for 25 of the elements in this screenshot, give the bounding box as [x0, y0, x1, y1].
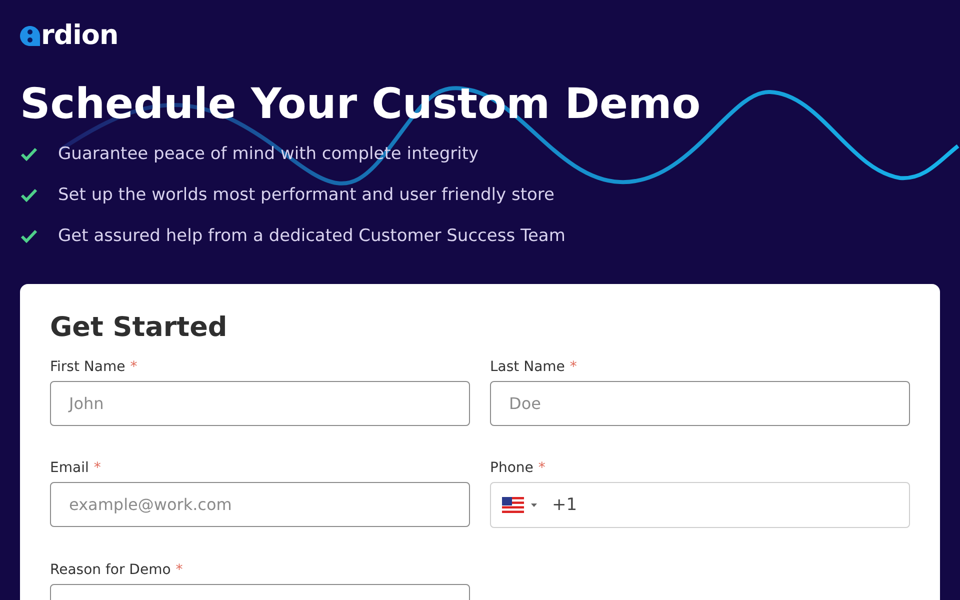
field-label: Phone [490, 460, 534, 476]
logo-text: rdion [41, 22, 118, 50]
page-title: Schedule Your Custom Demo [20, 78, 702, 130]
benefit-text: Set up the worlds most performant and user friendly store [58, 185, 554, 205]
required-mark: * [94, 460, 101, 476]
text-field[interactable]: John [50, 381, 470, 426]
phone-field[interactable]: +1 [490, 482, 910, 528]
required-mark: * [130, 359, 138, 375]
field-label: Reason for Demo [50, 562, 171, 578]
required-mark: * [538, 460, 546, 476]
check-icon [20, 186, 38, 204]
text-field[interactable]: Doe [490, 381, 910, 426]
field-label: Email [50, 460, 89, 476]
field-label: First Name [50, 359, 126, 375]
caret-icon [530, 502, 538, 508]
logo-icon [20, 25, 40, 47]
benefit-text: Get assured help from a dedicated Customer Success Team [58, 226, 566, 246]
flag-icon[interactable] [502, 497, 524, 513]
check-icon [20, 145, 38, 163]
form-title: Get Started [50, 311, 228, 345]
required-mark: * [570, 359, 577, 375]
check-icon [20, 227, 38, 245]
text-field[interactable]: example@work.com [50, 482, 470, 527]
required-mark: * [176, 562, 183, 578]
field-label: Last Name [490, 359, 565, 375]
